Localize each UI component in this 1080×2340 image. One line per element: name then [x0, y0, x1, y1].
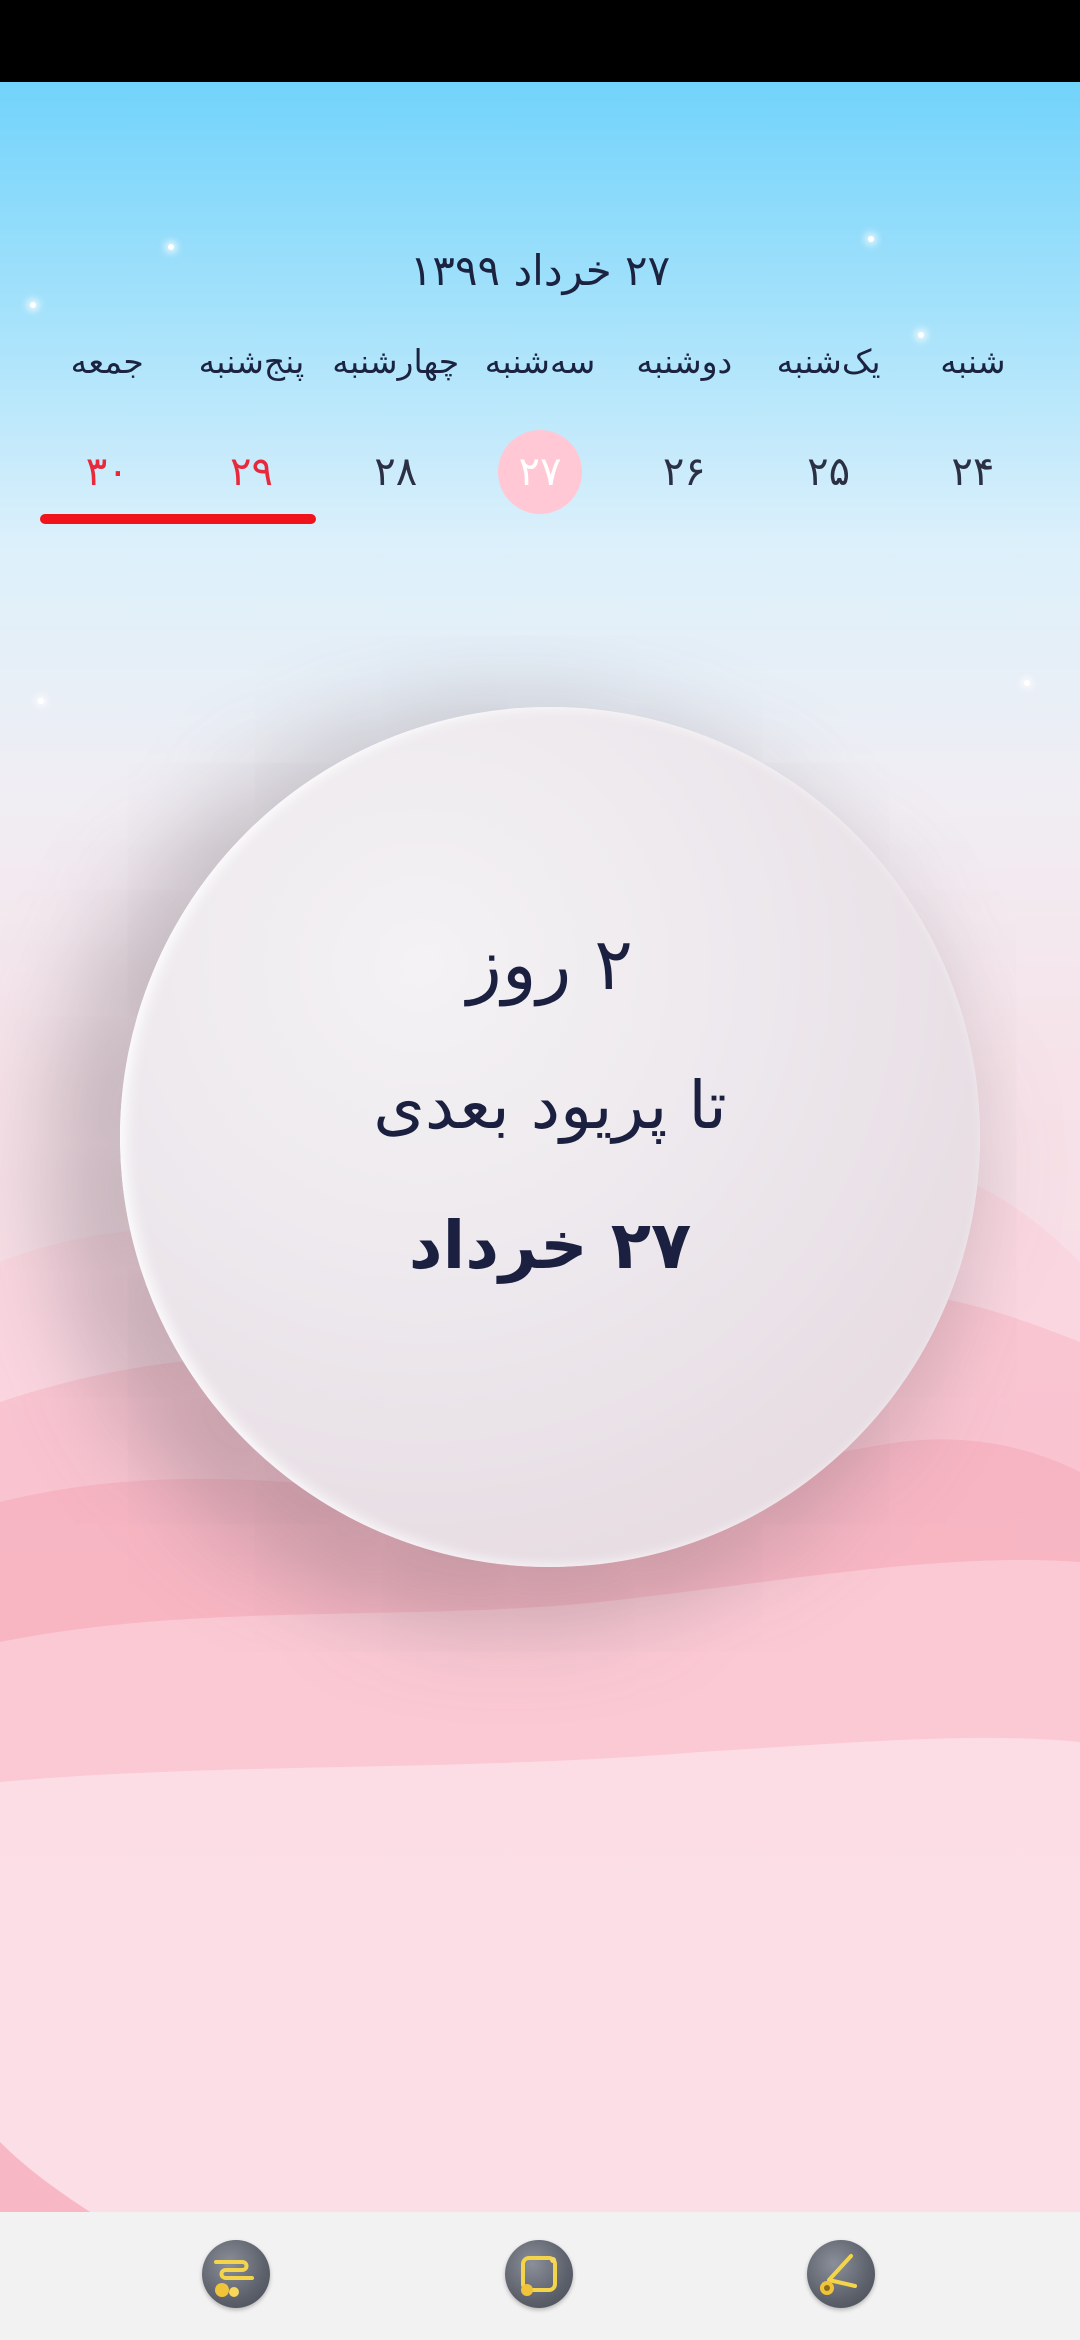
status-bar: [0, 0, 1080, 82]
calendar-edit-button[interactable]: [202, 2240, 270, 2308]
notes-icon: [521, 2256, 557, 2296]
star-decoration: [868, 236, 874, 242]
period-days-underline: [40, 514, 316, 524]
date-number: ۲۹: [229, 449, 273, 495]
date-number: ۲۸: [374, 449, 418, 495]
date-number: ۲۶: [662, 449, 706, 495]
date-cell[interactable]: ۲۶: [612, 427, 756, 517]
date-cell-period[interactable]: ۲۹: [179, 427, 323, 517]
star-decoration: [1024, 680, 1030, 686]
weekday-label: دوشنبه: [636, 342, 733, 381]
weekday-label: یک‌شنبه: [776, 342, 881, 381]
countdown-date: ۲۷ خرداد: [408, 1207, 692, 1284]
countdown-days: ۲ روز: [467, 922, 633, 1006]
week-dates-row: ۲۴ ۲۵ ۲۶ ۲۷ ۲۸ ۲۹ ۳۰: [0, 427, 1080, 517]
date-number: ۲۵: [807, 449, 851, 495]
header-date-title: ۲۷ خرداد ۱۳۹۹: [409, 246, 671, 295]
date-number: ۲۴: [951, 449, 995, 495]
weekday-label: شنبه: [940, 342, 1006, 381]
weekday-label: جمعه: [70, 342, 144, 381]
today-highlight-circle: ۲۷: [498, 430, 583, 514]
bottom-navigation-bar: [0, 2212, 1080, 2340]
settings-button[interactable]: [807, 2240, 875, 2308]
star-decoration: [38, 698, 44, 704]
weekday-label: چهارشنبه: [332, 342, 460, 381]
weekday-header-row: شنبه یک‌شنبه دوشنبه سه‌شنبه چهارشنبه پنج…: [0, 342, 1080, 402]
main-screen: ۲۷ خرداد ۱۳۹۹ شنبه یک‌شنبه دوشنبه سه‌شنب…: [0, 82, 1080, 2212]
date-cell[interactable]: ۲۴: [901, 427, 1045, 517]
settings-wrench-icon: [820, 2254, 857, 2295]
countdown-circle[interactable]: ۲ روز تا پریود بعدی ۲۷ خرداد: [120, 707, 980, 1567]
calendar-edit-icon: [214, 2260, 254, 2297]
countdown-label: تا پریود بعدی: [373, 1067, 727, 1144]
date-cell-period[interactable]: ۳۰: [35, 427, 179, 517]
star-decoration: [30, 302, 36, 308]
date-number: ۳۰: [85, 449, 129, 495]
weekday-label: پنج‌شنبه: [198, 342, 305, 381]
weekday-label: سه‌شنبه: [484, 342, 596, 381]
date-cell[interactable]: ۲۸: [324, 427, 468, 517]
star-decoration: [918, 332, 924, 338]
date-cell[interactable]: ۲۵: [756, 427, 900, 517]
notes-button[interactable]: [505, 2240, 573, 2308]
date-cell-today[interactable]: ۲۷: [468, 427, 612, 517]
